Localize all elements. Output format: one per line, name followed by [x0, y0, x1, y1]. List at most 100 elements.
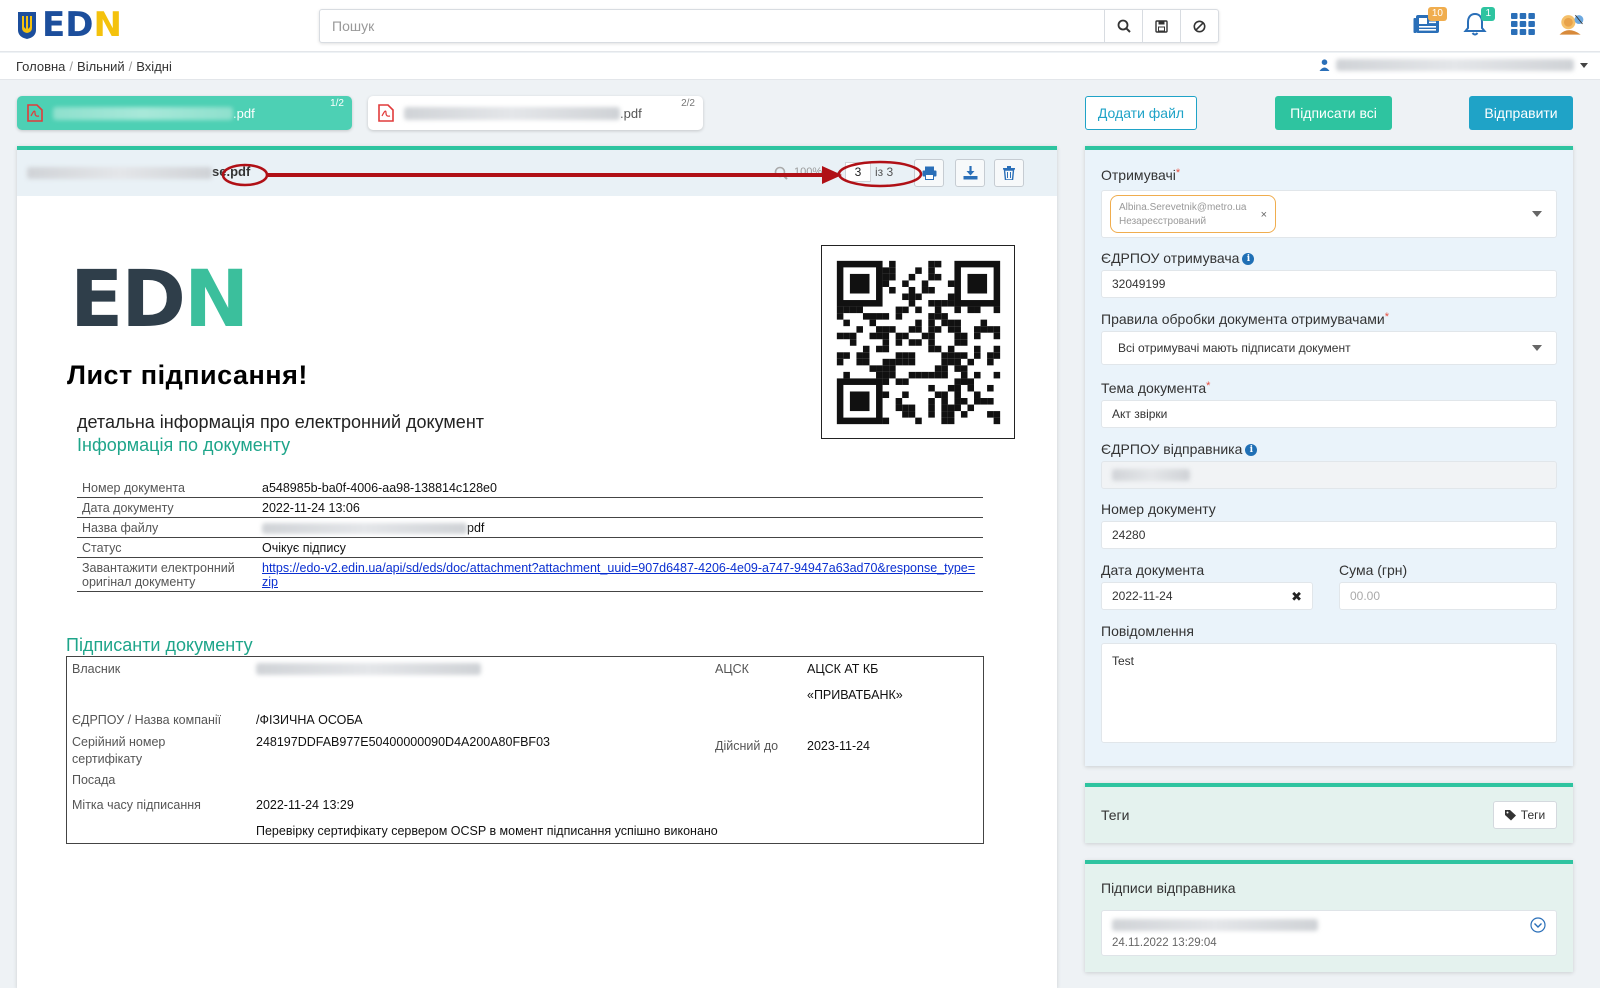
owner-label: Власник — [72, 662, 121, 676]
qr-code — [821, 245, 1015, 439]
document-form-panel: Отримувачі* Albina.Serevetnik@metro.ua Н… — [1085, 146, 1573, 766]
qr-module — [843, 306, 850, 314]
caret-down-icon — [1580, 62, 1588, 68]
breadcrumb-item-free[interactable]: Вільний — [77, 59, 125, 74]
avatar-icon — [1559, 14, 1584, 35]
qr-module — [928, 313, 935, 320]
page-input[interactable]: 3 — [845, 162, 871, 182]
tags-button[interactable]: Теги — [1493, 801, 1557, 829]
qr-module — [836, 352, 844, 359]
qr-module — [908, 326, 916, 333]
qr-module — [882, 339, 890, 346]
breadcrumb-item-incoming[interactable]: Вхідні — [136, 59, 172, 74]
save-search-button[interactable] — [1142, 10, 1180, 42]
qr-module — [987, 352, 994, 359]
download-original-link[interactable]: https://edo-v2.edin.ua/api/sd/eds/doc/at… — [262, 561, 975, 589]
qr-module — [915, 339, 922, 346]
qr-module — [947, 352, 955, 359]
recipients-select[interactable]: Albina.Serevetnik@metro.ua Незареєстрова… — [1101, 190, 1557, 238]
qr-module — [947, 300, 955, 307]
notifications-button[interactable]: 1 — [1460, 7, 1495, 40]
qr-module — [934, 300, 942, 307]
clear-search-button[interactable] — [1180, 10, 1218, 42]
qr-module — [987, 411, 994, 418]
qr-module — [928, 404, 935, 412]
company-value: /ФІЗИЧНА ОСОБА — [256, 713, 363, 727]
signer-name-blurred — [1112, 919, 1318, 931]
qr-module — [934, 306, 942, 314]
processing-rules-select[interactable]: Всі отримувачі мають підписати документ — [1101, 331, 1557, 365]
qr-module — [928, 345, 935, 353]
send-button[interactable]: Відправити — [1469, 96, 1573, 130]
qr-module — [993, 326, 1001, 333]
qr-module — [902, 352, 909, 359]
user-switcher[interactable] — [1319, 59, 1588, 71]
info-key: Завантажити електронний оригінал докумен… — [77, 557, 257, 592]
info-icon[interactable]: i — [1245, 444, 1258, 457]
chevron-down-circle-icon[interactable] — [1530, 917, 1546, 933]
qr-module — [928, 300, 935, 307]
qr-module — [895, 313, 903, 320]
qr-module — [928, 371, 935, 379]
remove-recipient-icon[interactable]: × — [1261, 208, 1267, 222]
search-input[interactable] — [320, 10, 1104, 42]
delete-button[interactable] — [994, 159, 1024, 187]
qr-finder — [849, 391, 870, 412]
doc-number-field[interactable]: 24280 — [1101, 521, 1557, 549]
recipient-edrpou-field[interactable]: 32049199 — [1101, 270, 1557, 298]
sum-field[interactable]: 00.00 — [1339, 582, 1557, 610]
qr-module — [895, 339, 903, 346]
breadcrumb-item-home[interactable]: Головна — [16, 59, 65, 74]
news-button[interactable]: 10 — [1412, 7, 1447, 40]
qr-module — [928, 273, 935, 281]
qr-module — [954, 378, 961, 385]
subject-field[interactable]: Акт звірки — [1101, 400, 1557, 428]
qr-module — [954, 352, 961, 359]
print-button[interactable] — [914, 159, 944, 187]
search-button[interactable] — [1104, 10, 1142, 42]
qr-module — [941, 313, 948, 320]
edin-logo[interactable]: EDN — [16, 8, 122, 42]
qr-module — [993, 306, 1001, 314]
prev-page-button[interactable]: ‹ — [837, 165, 841, 179]
apps-menu-button[interactable] — [1508, 8, 1538, 40]
qr-module — [974, 371, 981, 379]
zoom-icon[interactable] — [774, 166, 788, 180]
qr-module — [843, 332, 850, 340]
clear-date-icon[interactable]: ✖ — [1291, 589, 1302, 605]
doc-date-field[interactable]: 2022-11-24 ✖ — [1101, 582, 1313, 610]
qr-module — [856, 358, 863, 366]
valid-until-label: Дійсний до — [715, 739, 779, 753]
qr-module — [882, 391, 890, 399]
qr-module — [947, 417, 955, 425]
info-icon[interactable]: i — [1242, 253, 1255, 266]
signature-item[interactable]: 24.11.2022 13:29:04 — [1101, 910, 1557, 956]
file-tab-2[interactable]: .pdf 2/2 — [368, 96, 703, 130]
qr-module — [882, 378, 890, 385]
file-tab-1[interactable]: .pdf 1/2 — [17, 96, 352, 130]
qr-module — [928, 260, 935, 268]
chevron-down-icon — [1532, 345, 1542, 351]
qr-module — [993, 417, 1001, 425]
viewer-toolbar: se.pdf 100% ‹ 3 із 3 — [17, 150, 1057, 196]
file-name-suffix: .pdf — [620, 105, 642, 121]
recipient-chip-email: Albina.Serevetnik@metro.ua — [1119, 202, 1247, 213]
sign-all-button[interactable]: Підписати всі — [1275, 96, 1392, 130]
qr-module — [862, 358, 870, 366]
message-textarea[interactable]: Test — [1101, 643, 1557, 743]
qr-module — [908, 404, 916, 412]
qr-module — [928, 286, 935, 294]
qr-module — [882, 273, 890, 281]
add-file-button[interactable]: Додати файл — [1085, 96, 1197, 130]
qr-module — [915, 417, 922, 425]
download-button[interactable] — [955, 159, 985, 187]
qr-module — [993, 371, 1001, 379]
viewer-filename: se.pdf — [27, 164, 250, 179]
qr-finder — [849, 273, 870, 294]
qr-finder — [967, 273, 988, 294]
user-avatar[interactable] — [1556, 8, 1586, 40]
timestamp-value: 2022-11-24 13:29 — [256, 798, 354, 812]
qr-module — [882, 313, 890, 320]
qr-module — [902, 391, 909, 399]
qr-module — [954, 404, 961, 412]
